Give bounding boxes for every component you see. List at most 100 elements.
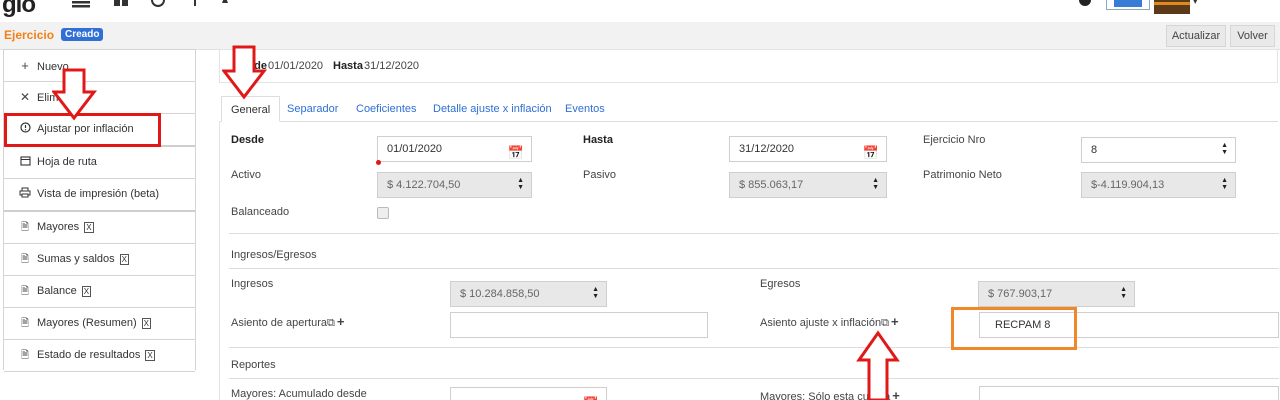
- summary-desde-value: 01/01/2020: [268, 60, 324, 72]
- hasta-label: Hasta: [583, 134, 613, 146]
- external-link-icon[interactable]: ⧉: [327, 317, 335, 329]
- calendar-icon[interactable]: 📅: [583, 392, 599, 400]
- page-header: Ejercicio Creado Actualizar Volver: [0, 22, 1280, 50]
- menu-item-label: Mayores: [37, 221, 80, 233]
- tab-eventos[interactable]: Eventos: [565, 96, 605, 122]
- menu-item-vista-impresion[interactable]: Vista de impresión (beta): [4, 179, 195, 211]
- balanceado-label: Balanceado: [231, 206, 290, 218]
- app-logo[interactable]: gio: [2, 0, 36, 19]
- menu-item-label: Estado de resultados: [37, 349, 141, 361]
- mayores-solo-input[interactable]: [979, 386, 1279, 400]
- balanceado-checkbox[interactable]: [377, 207, 389, 219]
- globe-icon[interactable]: [148, 0, 168, 7]
- tab-detalle-ajuste[interactable]: Detalle ajuste x inflación: [433, 96, 552, 122]
- pdf-icon: 🗎: [20, 286, 30, 297]
- asiento-ajuste-text: Asiento ajuste x inflación: [760, 317, 882, 329]
- patrimonio-neto-value: $-4.119.904,13: [1091, 179, 1165, 191]
- menu-icon[interactable]: [70, 0, 92, 8]
- excel-icon[interactable]: X: [84, 221, 94, 233]
- activo-value: $ 4.122.704,50: [387, 179, 461, 191]
- egresos-input: $ 767.903,17 ▲ ▼: [978, 281, 1135, 307]
- star-icon[interactable]: [216, 0, 234, 7]
- egresos-value: $ 767.903,17: [988, 288, 1053, 300]
- pasivo-value: $ 855.063,17: [739, 179, 804, 191]
- menu-item-balance[interactable]: 🗎 Balance X: [4, 276, 195, 308]
- spinner-icon[interactable]: ▲ ▼: [1221, 142, 1228, 156]
- spinner-icon: ▲ ▼: [1221, 177, 1228, 191]
- plus-icon[interactable]: +: [337, 314, 345, 329]
- menu-item-estado-resultados[interactable]: 🗎 Estado de resultados X: [4, 340, 195, 372]
- info-icon[interactable]: [1076, 0, 1094, 8]
- menu-item-hoja-de-ruta[interactable]: Hoja de ruta: [4, 147, 195, 179]
- ingresos-value: $ 10.284.858,50: [460, 288, 540, 300]
- menu-item-label: Balance: [37, 285, 77, 297]
- desde-date-input[interactable]: 01/01/2020 📅: [377, 136, 532, 162]
- general-tab-pane: Desde 01/01/2020 📅 Hasta 31/12/2020 📅 Ej…: [219, 121, 1279, 400]
- calendar-icon[interactable]: 📅: [863, 141, 879, 165]
- hasta-date-value: 31/12/2020: [739, 143, 795, 155]
- status-badge: Creado: [61, 28, 104, 41]
- ejercicio-nro-value: 8: [1091, 144, 1098, 156]
- patrimonio-neto-label: Patrimonio Neto: [923, 169, 1002, 181]
- ejercicio-nro-input[interactable]: 8 ▲ ▼: [1081, 137, 1236, 163]
- top-bar: gio ▾: [0, 0, 1280, 22]
- pin-icon[interactable]: [186, 0, 204, 6]
- pdf-icon: 🗎: [20, 350, 30, 361]
- mayores-acumulado-label: Mayores: Acumulado desde: [231, 388, 367, 400]
- annotation-arrow-down-icon: [222, 45, 268, 100]
- chevron-down-icon[interactable]: ▾: [1193, 0, 1198, 7]
- asiento-apertura-input[interactable]: [450, 312, 708, 338]
- menu-item-sumas-saldos[interactable]: 🗎 Sumas y saldos X: [4, 244, 195, 276]
- x-icon: ✕: [19, 90, 31, 104]
- ingresos-label: Ingresos: [231, 278, 274, 290]
- menu-item-label: Mayores (Resumen): [37, 317, 137, 329]
- hasta-date-input[interactable]: 31/12/2020 📅: [729, 136, 887, 162]
- tab-separador[interactable]: Separador: [287, 96, 338, 122]
- mayores-acumulado-input[interactable]: 📅: [450, 387, 607, 400]
- excel-icon[interactable]: X: [145, 349, 155, 361]
- pasivo-label: Pasivo: [583, 169, 617, 181]
- asiento-apertura-label: Asiento de apertura⧉ +: [231, 314, 344, 330]
- pdf-icon: 🗎: [20, 222, 30, 233]
- actualizar-button[interactable]: Actualizar: [1166, 25, 1226, 47]
- menu-item-label: Sumas y saldos: [37, 253, 115, 265]
- excel-icon[interactable]: X: [141, 317, 151, 329]
- volver-button[interactable]: Volver: [1230, 25, 1275, 47]
- asiento-ajuste-label: Asiento ajuste x inflación⧉ +: [760, 314, 899, 330]
- tab-coeficientes[interactable]: Coeficientes: [356, 96, 417, 122]
- spinner-icon: ▲ ▼: [592, 286, 599, 300]
- activo-input: $ 4.122.704,50 ▲ ▼: [377, 172, 532, 198]
- menu-item-nuevo[interactable]: + Nuevo: [4, 50, 195, 82]
- company-logo[interactable]: [1106, 0, 1150, 10]
- section-divider: [229, 347, 1279, 348]
- required-dot: [376, 160, 381, 165]
- menu-item-label: Hoja de ruta: [37, 156, 97, 168]
- pdf-icon: 🗎: [20, 318, 30, 329]
- summary-hasta-label: Hasta: [333, 60, 363, 72]
- spinner-icon: ▲ ▼: [1120, 286, 1127, 300]
- tab-bar: General Separador Coeficientes Detalle a…: [219, 96, 1278, 122]
- calendar-icon[interactable]: 📅: [508, 141, 524, 165]
- plus-icon: +: [21, 58, 29, 73]
- excel-icon[interactable]: X: [81, 285, 92, 297]
- section-divider: [229, 233, 1279, 234]
- desde-date-value: 01/01/2020: [387, 143, 443, 155]
- external-link-icon[interactable]: ⧉: [881, 317, 889, 329]
- annotation-highlight-box: [951, 307, 1077, 350]
- menu-item-mayores-resumen[interactable]: 🗎 Mayores (Resumen) X: [4, 308, 195, 340]
- avatar[interactable]: [1154, 0, 1190, 14]
- actions-menu: +Nuevo ✕Eliminar Ajustar por inflación H…: [3, 49, 196, 372]
- menu-item-label: Vista de impresión (beta): [37, 188, 160, 200]
- annotation-arrow-up-icon: [856, 330, 900, 400]
- pasivo-input: $ 855.063,17 ▲ ▼: [729, 172, 887, 198]
- menu-item-eliminar[interactable]: ✕Eliminar: [4, 82, 195, 114]
- ingresos-egresos-heading: Ingresos/Egresos: [231, 249, 317, 261]
- ingresos-input: $ 10.284.858,50 ▲ ▼: [450, 281, 607, 307]
- excel-icon[interactable]: X: [119, 253, 129, 265]
- menu-item-mayores[interactable]: 🗎 Mayores X: [4, 212, 195, 244]
- summary-hasta-value: 31/12/2020: [364, 60, 420, 72]
- date-summary: Desde 01/01/2020 Hasta 31/12/2020: [219, 49, 1278, 83]
- plus-icon[interactable]: +: [891, 314, 899, 329]
- patrimonio-neto-input: $-4.119.904,13 ▲ ▼: [1081, 172, 1236, 198]
- grid-icon[interactable]: [111, 0, 131, 8]
